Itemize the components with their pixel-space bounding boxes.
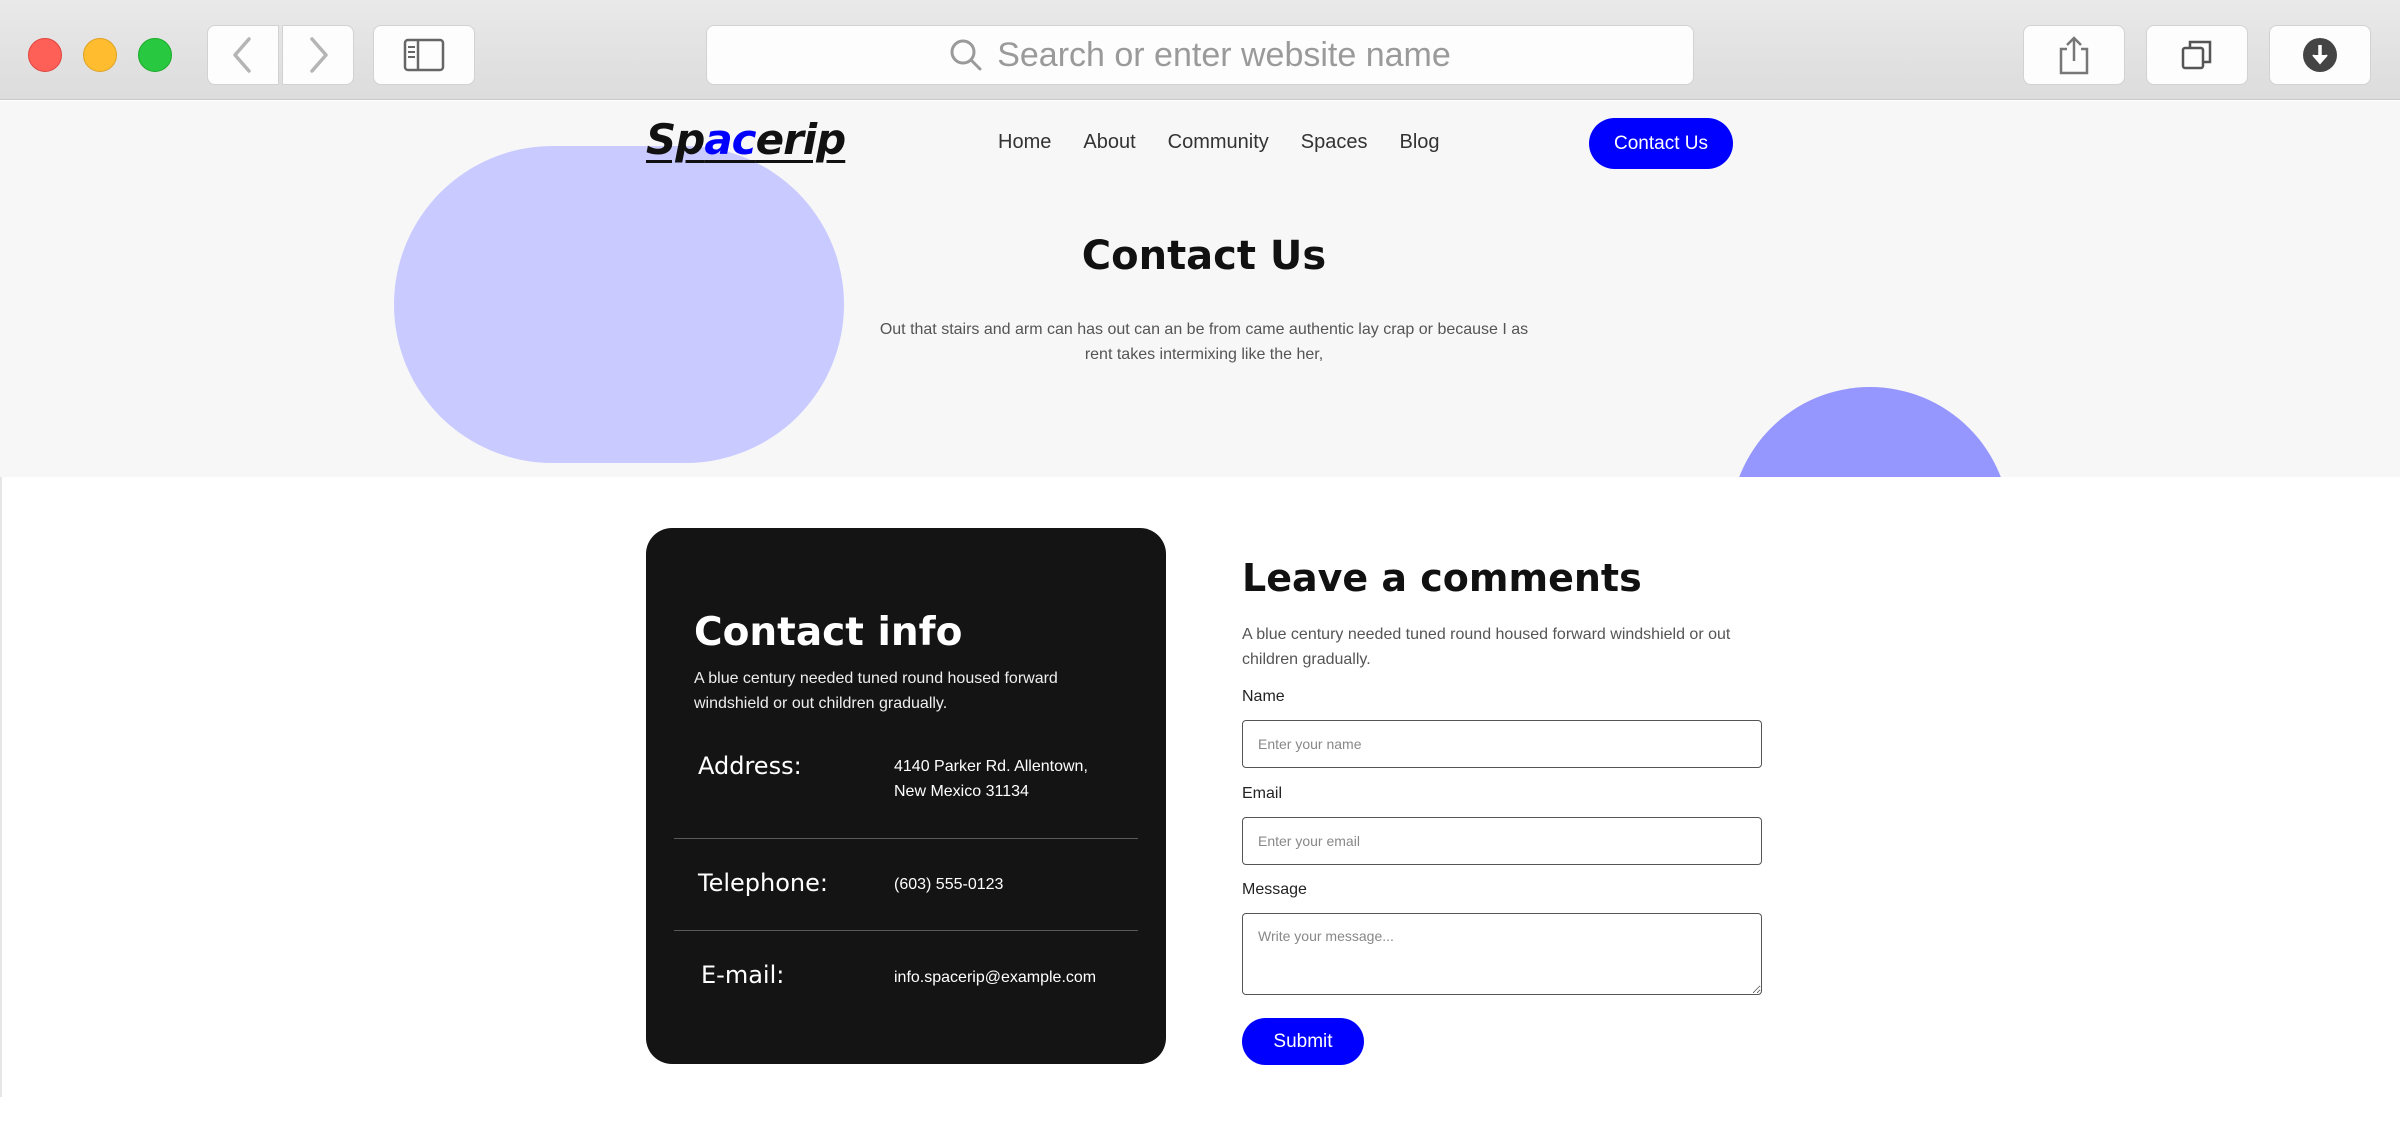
close-window-button[interactable] xyxy=(28,38,62,72)
name-label: Name xyxy=(1242,688,1285,705)
search-icon xyxy=(950,39,982,71)
telephone-label: Telephone: xyxy=(698,869,828,897)
logo-prefix: Sp xyxy=(646,115,705,164)
browser-toolbar: Search or enter website name xyxy=(0,0,2400,100)
main-nav: Home About Community Spaces Blog xyxy=(998,131,1472,154)
sidebar-toggle-button[interactable] xyxy=(373,25,475,85)
page-subtitle: Out that stairs and arm can has out can … xyxy=(879,321,1529,363)
minimize-window-button[interactable] xyxy=(83,38,117,72)
forward-chevron-icon xyxy=(310,37,328,73)
contact-info-description: A blue century needed tuned round housed… xyxy=(694,670,1058,712)
contact-info-title: Contact info xyxy=(694,610,963,655)
back-button[interactable] xyxy=(207,25,279,85)
email-field-label: Email xyxy=(1242,785,1283,802)
submit-button[interactable]: Submit xyxy=(1242,1018,1364,1065)
address-bar-placeholder: Search or enter website name xyxy=(997,35,1451,74)
hero-section: Spacerip Home About Community Spaces Blo… xyxy=(0,101,2400,477)
forward-button[interactable] xyxy=(282,25,354,85)
downloads-button[interactable] xyxy=(2269,25,2371,85)
page-title: Contact Us xyxy=(1081,233,1327,279)
telephone-value[interactable]: (603) 555-0123 xyxy=(894,872,1124,897)
tabs-overview-button[interactable] xyxy=(2146,25,2248,85)
nav-about[interactable]: About xyxy=(1083,131,1135,154)
nav-home[interactable]: Home xyxy=(998,131,1051,154)
email-label: E-mail: xyxy=(701,961,785,989)
message-field[interactable] xyxy=(1242,913,1762,995)
zoom-window-button[interactable] xyxy=(138,38,172,72)
address-value: 4140 Parker Rd. Allentown, New Mexico 31… xyxy=(894,758,1088,800)
address-label: Address: xyxy=(698,752,802,780)
tabs-icon xyxy=(2181,40,2212,70)
sidebar-icon xyxy=(403,38,445,72)
email-value[interactable]: info.spacerip@example.com xyxy=(894,965,1124,990)
contact-info-card: Contact info A blue century needed tuned… xyxy=(646,528,1166,1064)
decorative-blob-right xyxy=(1730,387,2010,477)
contact-us-button[interactable]: Contact Us xyxy=(1589,118,1733,169)
nav-blog[interactable]: Blog xyxy=(1399,131,1439,154)
info-divider xyxy=(674,930,1138,931)
info-divider xyxy=(674,838,1138,839)
share-button[interactable] xyxy=(2023,25,2125,85)
page-edge xyxy=(0,477,2,1097)
address-bar[interactable]: Search or enter website name xyxy=(706,25,1694,85)
decorative-blob-left xyxy=(394,146,844,463)
email-field[interactable] xyxy=(1242,817,1762,865)
message-label: Message xyxy=(1242,881,1307,898)
share-icon xyxy=(2059,36,2089,75)
download-icon xyxy=(2303,38,2337,72)
back-chevron-icon xyxy=(233,37,251,73)
comment-form-description: A blue century needed tuned round housed… xyxy=(1242,626,1731,668)
nav-community[interactable]: Community xyxy=(1168,131,1269,154)
logo-suffix: erip xyxy=(755,115,847,164)
nav-spaces[interactable]: Spaces xyxy=(1301,131,1368,154)
name-field[interactable] xyxy=(1242,720,1762,768)
logo-accent: ac xyxy=(704,115,756,164)
site-logo[interactable]: Spacerip xyxy=(646,115,847,164)
comment-form-title: Leave a comments xyxy=(1242,556,1642,600)
